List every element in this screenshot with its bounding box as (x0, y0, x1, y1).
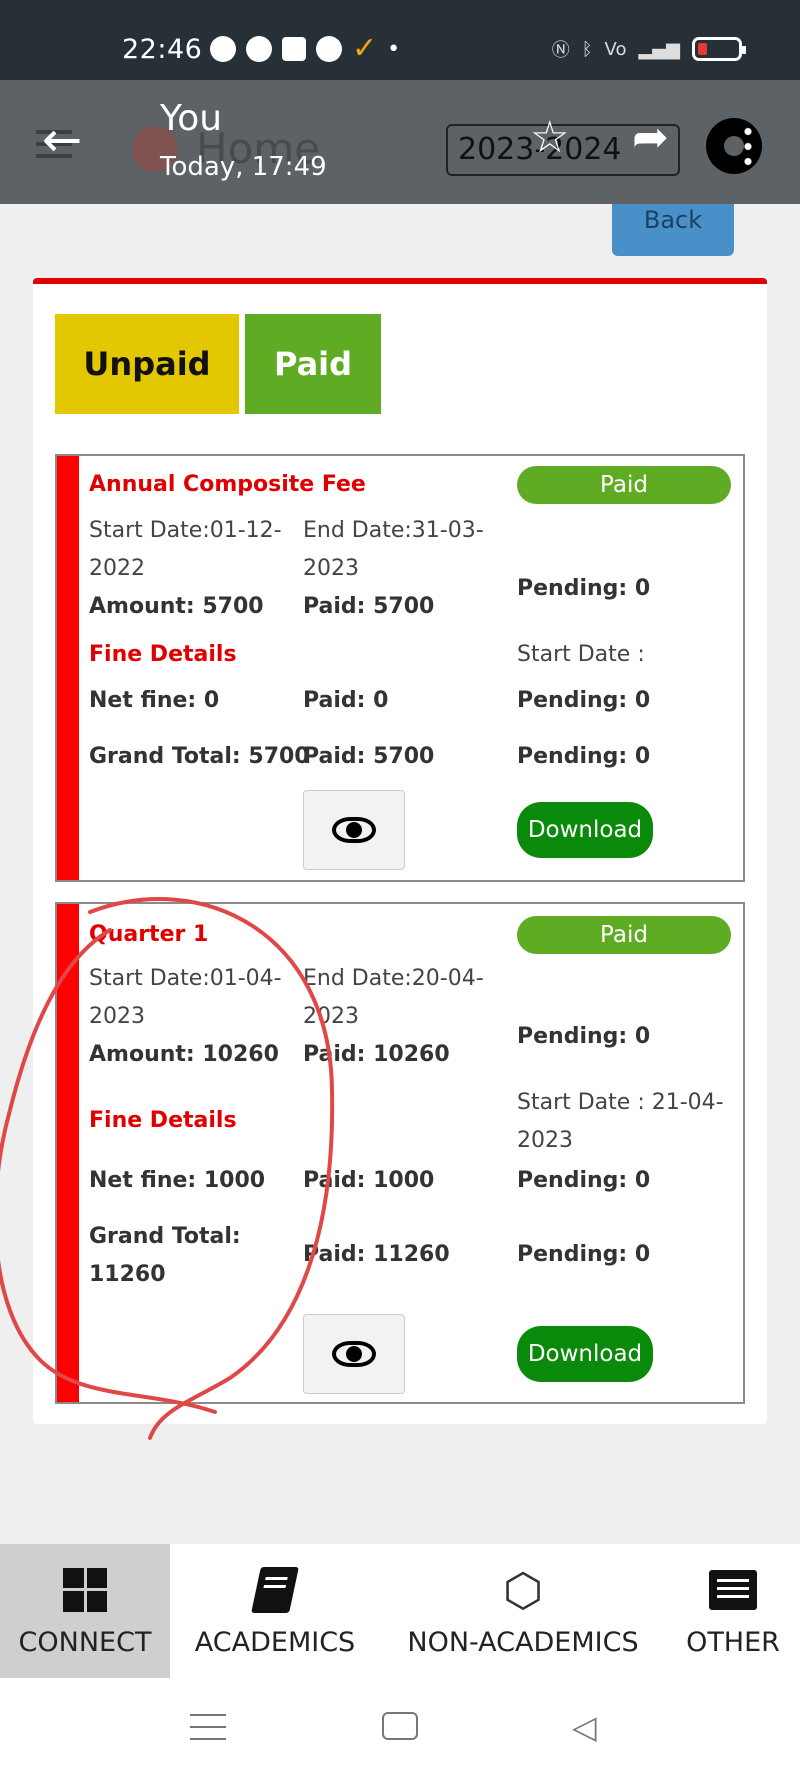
bluetooth-icon: ᛒ (581, 38, 593, 60)
battery-icon (692, 37, 746, 61)
star-icon[interactable]: ☆ (530, 116, 569, 160)
tab-paid[interactable]: Paid (245, 314, 381, 414)
nav-label: OTHER (686, 1626, 780, 1658)
windows-icon (63, 1565, 107, 1615)
eye-icon (332, 1341, 376, 1367)
fee-tabs: Unpaid Paid (55, 314, 381, 414)
status-badge: Paid (517, 466, 731, 504)
nav-label: ACADEMICS (194, 1626, 356, 1658)
start-date: Start Date:01-04-2023 (89, 966, 282, 1029)
amount: Amount: 10260 (89, 1042, 279, 1067)
total-pending: Pending: 0 (517, 1242, 651, 1267)
total-paid: Paid: 5700 (303, 744, 435, 769)
sent-time: Today, 17:49 (160, 152, 327, 182)
start-date: Start Date:01-12-2022 (89, 518, 282, 581)
fine-paid: Paid: 0 (303, 688, 389, 713)
nav-label: CONNECT (18, 1626, 152, 1658)
end-date: End Date:20-04-2023 (303, 966, 484, 1029)
net-fine: Net fine: 1000 (89, 1168, 266, 1193)
fee-card: Quarter 1 Paid Start Date:01-04-2023 End… (55, 902, 745, 1404)
nfc-icon: Ⓝ (551, 40, 570, 61)
share-icon[interactable]: ➦ (632, 116, 669, 160)
view-receipt-button[interactable] (303, 790, 405, 870)
checkbox-icon (282, 37, 306, 61)
pending-amount: Pending: 0 (517, 1024, 651, 1049)
viewer-top-bar: Home 2023-2024 ← You Today, 17:49 ☆ ➦ (0, 80, 800, 204)
download-button[interactable]: Download (517, 1326, 653, 1382)
bottom-nav: CONNECT ACADEMICS ⬡ NON-ACADEMICS OTHER (0, 1544, 800, 1678)
total-paid: Paid: 11260 (303, 1242, 450, 1267)
net-fine: Net fine: 0 (89, 688, 220, 713)
status-time: 22:46 (122, 34, 203, 65)
chat-icon (210, 36, 236, 62)
hexagon-icon: ⬡ (502, 1562, 544, 1617)
nav-connect[interactable]: CONNECT (0, 1544, 170, 1678)
fine-start-date: Start Date : (517, 642, 645, 667)
back-button[interactable]: Back (612, 204, 734, 256)
fine-start-date: Start Date : 21-04-2023 (517, 1090, 724, 1153)
system-nav-bar: ◁ (0, 1678, 800, 1778)
fee-panel: Unpaid Paid Annual Composite Fee Paid St… (33, 278, 767, 1424)
nav-academics[interactable]: ACADEMICS (170, 1544, 380, 1678)
paid-amount: Paid: 10260 (303, 1042, 450, 1067)
tab-unpaid[interactable]: Unpaid (55, 314, 239, 414)
total-pending: Pending: 0 (517, 744, 651, 769)
dot-icon: • (387, 36, 401, 62)
back-arrow-icon[interactable]: ← (42, 116, 82, 164)
grand-total: Grand Total: 11260 (89, 1224, 241, 1287)
home-icon[interactable] (382, 1712, 418, 1740)
list-icon (709, 1565, 757, 1615)
gear-icon[interactable] (706, 118, 762, 174)
leaf-icon (316, 36, 342, 62)
checkmark-icon: ✓ (352, 31, 378, 66)
signal-icon: ▂▄▆ (638, 38, 680, 60)
fee-card: Annual Composite Fee Paid Start Date:01-… (55, 454, 745, 882)
system-status-icons: Ⓝ ᛒ Vo ▂▄▆ (551, 36, 746, 62)
paid-amount: Paid: 5700 (303, 594, 435, 619)
amount: Amount: 5700 (89, 594, 264, 619)
fine-paid: Paid: 1000 (303, 1168, 435, 1193)
grand-total: Grand Total: 5700 (89, 744, 310, 769)
status-badge: Paid (517, 916, 731, 954)
fee-title: Annual Composite Fee (89, 472, 366, 497)
card-stripe (57, 904, 79, 1402)
download-button[interactable]: Download (517, 802, 653, 858)
view-receipt-button[interactable] (303, 1314, 405, 1394)
volte-icon: Vo (604, 38, 627, 60)
underlying-app-header: Home (0, 80, 800, 204)
sender-name: You (160, 98, 223, 139)
more-options-icon[interactable] (744, 124, 752, 170)
fine-details-header: Fine Details (89, 1108, 237, 1133)
recent-apps-icon[interactable] (190, 1714, 226, 1740)
fine-pending: Pending: 0 (517, 1168, 651, 1193)
fine-details-header: Fine Details (89, 642, 237, 667)
nav-other[interactable]: OTHER (666, 1544, 800, 1678)
book-icon (251, 1565, 299, 1615)
card-stripe (57, 456, 79, 880)
back-triangle-icon[interactable]: ◁ (572, 1708, 597, 1746)
app-icon (246, 36, 272, 62)
fine-pending: Pending: 0 (517, 688, 651, 713)
fee-title: Quarter 1 (89, 922, 209, 947)
nav-label: NON-ACADEMICS (407, 1626, 639, 1658)
status-bar: 22:46 ✓ • Ⓝ ᛒ Vo ▂▄▆ (0, 0, 800, 80)
end-date: End Date:31-03-2023 (303, 518, 484, 581)
notification-icons: ✓ • (210, 31, 401, 66)
nav-non-academics[interactable]: ⬡ NON-ACADEMICS (380, 1544, 666, 1678)
eye-icon (332, 817, 376, 843)
pending-amount: Pending: 0 (517, 576, 651, 601)
